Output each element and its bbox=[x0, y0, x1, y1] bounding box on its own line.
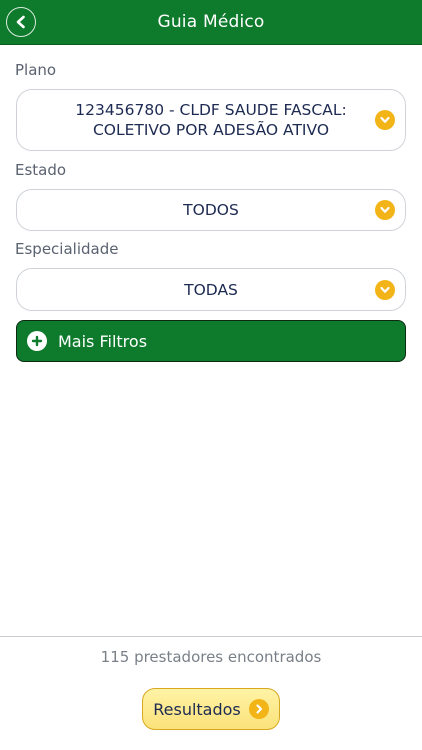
plus-circle-icon bbox=[27, 331, 47, 351]
plano-label: Plano bbox=[15, 61, 57, 79]
more-filters-label: Mais Filtros bbox=[58, 331, 148, 351]
results-label: Resultados bbox=[153, 699, 241, 719]
chevron-down-icon bbox=[375, 279, 395, 300]
chevron-down-icon bbox=[375, 110, 395, 130]
footer-divider bbox=[0, 636, 422, 637]
page-title: Guia Médico bbox=[157, 12, 265, 32]
estado-select[interactable]: TODOS bbox=[16, 189, 406, 231]
more-filters-button[interactable]: Mais Filtros bbox=[16, 320, 406, 362]
chevron-right-icon bbox=[248, 699, 269, 719]
results-button[interactable]: Resultados bbox=[142, 688, 280, 730]
plano-value: 123456780 - CLDF SAUDE FASCAL: COLETIVO … bbox=[35, 100, 386, 140]
estado-label: Estado bbox=[15, 161, 67, 179]
especialidade-label: Especialidade bbox=[15, 240, 119, 258]
plano-select[interactable]: 123456780 - CLDF SAUDE FASCAL: COLETIVO … bbox=[16, 89, 406, 151]
estado-value: TODOS bbox=[183, 201, 239, 219]
plano-value-line2: COLETIVO POR ADESÃO ATIVO bbox=[92, 121, 330, 139]
especialidade-select[interactable]: TODAS bbox=[16, 268, 406, 311]
chevron-left-icon bbox=[16, 15, 25, 29]
plano-value-line1: 123456780 - CLDF SAUDE FASCAL: bbox=[75, 101, 347, 119]
back-button[interactable] bbox=[6, 7, 36, 37]
app-header: Guia Médico bbox=[0, 0, 422, 45]
especialidade-value: TODAS bbox=[184, 280, 238, 299]
results-count: 115 prestadores encontrados bbox=[100, 648, 322, 666]
chevron-down-icon bbox=[375, 200, 395, 220]
